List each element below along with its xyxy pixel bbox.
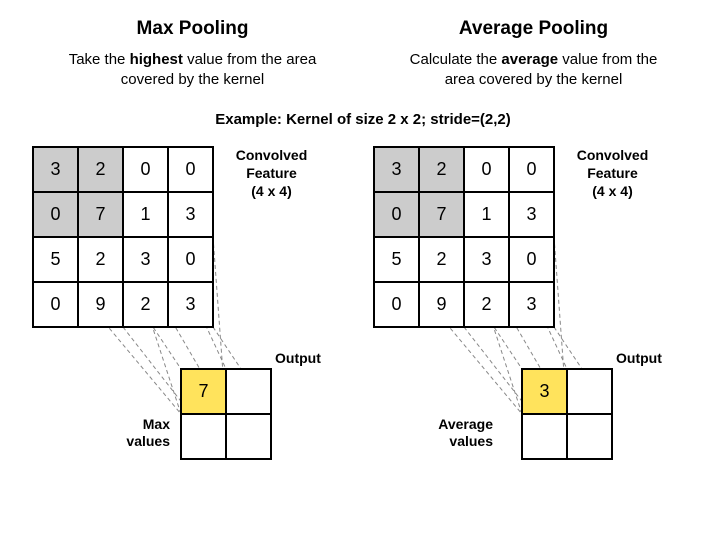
out-cell: 7 <box>181 369 226 414</box>
example-line: Example: Kernel of size 2 x 2; stride=(2… <box>22 111 704 128</box>
right-description: Calculate the average value from the are… <box>404 50 664 91</box>
grid-cell: 7 <box>78 192 123 237</box>
grid-cell: 7 <box>419 192 464 237</box>
out-cell <box>226 369 271 414</box>
grid-cell: 0 <box>168 237 213 282</box>
grid-cell: 0 <box>374 192 419 237</box>
left-input-grid: 3 2 0 0 0 7 1 3 5 2 3 0 0 9 2 3 <box>32 146 214 328</box>
conv-label-l1: Convolved <box>236 147 308 163</box>
grid-cell: 2 <box>123 282 168 327</box>
page-root: Max Pooling Take the highest value from … <box>0 0 726 550</box>
out-cell: 3 <box>522 369 567 414</box>
left-output-label: Output <box>275 350 321 366</box>
out-cell <box>567 414 612 459</box>
left-col-header: Max Pooling Take the highest value from … <box>22 18 363 101</box>
grid-cell: 0 <box>168 147 213 192</box>
grid-cell: 3 <box>33 147 78 192</box>
diagram-row: 3 2 0 0 0 7 1 3 5 2 3 0 0 9 2 3 Convolve… <box>22 146 704 476</box>
right-desc-pre: Calculate the <box>410 51 502 68</box>
grid-cell: 0 <box>509 237 554 282</box>
out-cell <box>567 369 612 414</box>
conv-label-l2: Feature <box>587 165 638 181</box>
grid-cell: 0 <box>33 192 78 237</box>
grid-cell: 1 <box>123 192 168 237</box>
grid-cell: 0 <box>33 282 78 327</box>
right-output-grid: 3 <box>521 368 613 460</box>
grid-cell: 3 <box>168 282 213 327</box>
grid-cell: 9 <box>78 282 123 327</box>
out-cell <box>522 414 567 459</box>
grid-cell: 3 <box>509 192 554 237</box>
grid-cell: 2 <box>78 237 123 282</box>
grid-cell: 0 <box>509 147 554 192</box>
left-conv-label: Convolved Feature (4 x 4) <box>224 146 319 201</box>
values-label-l2: values <box>126 433 170 449</box>
grid-cell: 2 <box>419 147 464 192</box>
left-values-label: Max values <box>90 416 170 451</box>
left-desc-pre: Take the <box>69 51 130 68</box>
grid-cell: 3 <box>168 192 213 237</box>
conv-label-l1: Convolved <box>577 147 649 163</box>
grid-cell: 5 <box>374 237 419 282</box>
header-columns: Max Pooling Take the highest value from … <box>22 18 704 101</box>
left-title: Max Pooling <box>137 18 249 40</box>
conv-label-l3: (4 x 4) <box>592 183 632 199</box>
example-lead: Example: <box>215 111 282 128</box>
grid-cell: 2 <box>464 282 509 327</box>
grid-cell: 2 <box>419 237 464 282</box>
right-diagram: 3 2 0 0 0 7 1 3 5 2 3 0 0 9 2 3 Convolve… <box>363 146 704 476</box>
right-input-grid: 3 2 0 0 0 7 1 3 5 2 3 0 0 9 2 3 <box>373 146 555 328</box>
right-desc-bold: average <box>501 51 558 68</box>
grid-cell: 9 <box>419 282 464 327</box>
out-cell <box>226 414 271 459</box>
values-label-l1: Average <box>438 416 493 432</box>
grid-cell: 3 <box>374 147 419 192</box>
right-col-header: Average Pooling Calculate the average va… <box>363 18 704 101</box>
left-description: Take the highest value from the area cov… <box>63 50 323 91</box>
values-label-l1: Max <box>143 416 170 432</box>
right-values-label: Average values <box>413 416 493 451</box>
right-output-label: Output <box>616 350 662 366</box>
grid-cell: 3 <box>464 237 509 282</box>
left-diagram: 3 2 0 0 0 7 1 3 5 2 3 0 0 9 2 3 Convolve… <box>22 146 363 476</box>
conv-label-l3: (4 x 4) <box>251 183 291 199</box>
grid-cell: 0 <box>123 147 168 192</box>
out-cell <box>181 414 226 459</box>
grid-cell: 1 <box>464 192 509 237</box>
grid-cell: 5 <box>33 237 78 282</box>
values-label-l2: values <box>449 433 493 449</box>
conv-label-l2: Feature <box>246 165 297 181</box>
grid-cell: 3 <box>123 237 168 282</box>
left-output-grid: 7 <box>180 368 272 460</box>
grid-cell: 0 <box>464 147 509 192</box>
grid-cell: 2 <box>78 147 123 192</box>
example-text: Kernel of size 2 x 2; stride=(2,2) <box>282 111 511 128</box>
right-title: Average Pooling <box>459 18 608 40</box>
right-conv-label: Convolved Feature (4 x 4) <box>565 146 660 201</box>
grid-cell: 0 <box>374 282 419 327</box>
grid-cell: 3 <box>509 282 554 327</box>
left-desc-bold: highest <box>130 51 183 68</box>
